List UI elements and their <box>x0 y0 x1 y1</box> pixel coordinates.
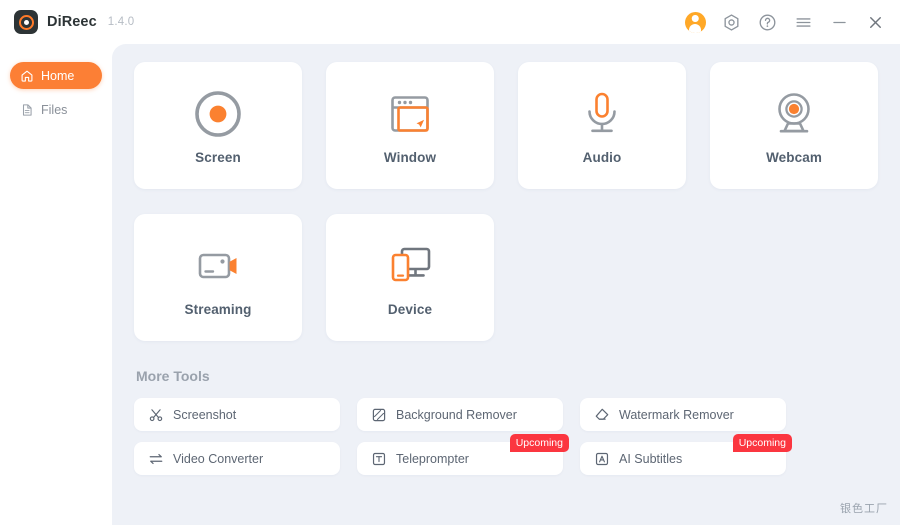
tool-label: Video Converter <box>173 451 264 466</box>
app-version: 1.4.0 <box>107 16 135 28</box>
boxed-t-icon <box>371 451 387 467</box>
menu-button[interactable] <box>792 11 814 33</box>
status-badge: Upcoming <box>509 434 569 452</box>
more-tools-grid: Screenshot Background Remover Watermark … <box>134 398 876 475</box>
card-label: Device <box>387 302 433 317</box>
sidebar-item-label: Home <box>41 68 75 83</box>
card-label: Webcam <box>766 150 822 165</box>
file-document-icon <box>20 103 34 117</box>
content-area: Screen Window Audio Webcam Streaming Dev… <box>112 44 900 525</box>
settings-button[interactable] <box>720 11 742 33</box>
webcam-icon <box>767 86 821 142</box>
card-label: Streaming <box>184 302 252 317</box>
more-tools-heading: More Tools <box>136 368 210 384</box>
card-audio[interactable]: Audio <box>518 62 686 189</box>
app-shell: Home Files Screen Window Audio Webcam St… <box>0 44 900 525</box>
microphone-icon <box>575 86 629 142</box>
tool-video-converter[interactable]: Video Converter <box>134 442 340 475</box>
window-select-icon <box>383 86 437 142</box>
card-device[interactable]: Device <box>326 214 494 341</box>
card-label: Audio <box>582 150 622 165</box>
card-label: Screen <box>195 150 241 165</box>
card-streaming[interactable]: Streaming <box>134 214 302 341</box>
scissors-icon <box>148 407 164 423</box>
record-logo-icon <box>14 10 38 34</box>
card-webcam[interactable]: Webcam <box>710 62 878 189</box>
boxed-a-icon <box>594 451 610 467</box>
record-circle-icon <box>191 86 245 142</box>
close-button[interactable] <box>864 11 886 33</box>
minimize-button[interactable] <box>828 11 850 33</box>
card-screen[interactable]: Screen <box>134 62 302 189</box>
status-badge: Upcoming <box>732 434 792 452</box>
tool-ai-subtitles[interactable]: AI Subtitles Upcoming <box>580 434 792 475</box>
capture-mode-grid: Screen Window Audio Webcam Streaming Dev… <box>134 62 878 341</box>
sidebar-item-files[interactable]: Files <box>10 96 102 123</box>
watermark-text: 银色工厂 <box>840 502 888 515</box>
tool-label: Teleprompter <box>396 451 469 466</box>
tool-screenshot[interactable]: Screenshot <box>134 398 340 431</box>
app-brand: DiReec 1.4.0 <box>14 10 134 34</box>
close-icon <box>869 16 881 28</box>
video-camera-icon <box>191 238 245 294</box>
help-button[interactable] <box>756 11 778 33</box>
home-icon <box>20 69 34 83</box>
exchange-arrows-icon <box>148 451 164 467</box>
sidebar: Home Files <box>0 44 112 525</box>
titlebar-actions <box>684 11 886 33</box>
sidebar-item-home[interactable]: Home <box>10 62 102 89</box>
phone-monitor-icon <box>383 238 437 294</box>
question-circle-icon <box>759 14 775 30</box>
tool-background-remover[interactable]: Background Remover <box>357 398 563 431</box>
minimize-icon <box>832 21 846 23</box>
account-avatar[interactable] <box>684 11 706 33</box>
tool-label: Watermark Remover <box>619 407 734 422</box>
hexagon-settings-icon <box>723 13 739 31</box>
hamburger-menu-icon <box>795 17 811 27</box>
eraser-icon <box>594 407 610 423</box>
hatched-square-icon <box>371 407 387 423</box>
title-bar: DiReec 1.4.0 <box>0 0 900 44</box>
card-label: Window <box>383 150 437 165</box>
tool-teleprompter[interactable]: Teleprompter Upcoming <box>357 434 569 475</box>
tool-watermark-remover[interactable]: Watermark Remover <box>580 398 786 431</box>
tool-label: AI Subtitles <box>619 451 683 466</box>
user-avatar-icon <box>684 11 706 33</box>
tool-label: Background Remover <box>396 407 517 422</box>
card-window[interactable]: Window <box>326 62 494 189</box>
app-title: DiReec <box>47 14 97 30</box>
tool-label: Screenshot <box>173 407 237 422</box>
sidebar-item-label: Files <box>41 102 68 117</box>
